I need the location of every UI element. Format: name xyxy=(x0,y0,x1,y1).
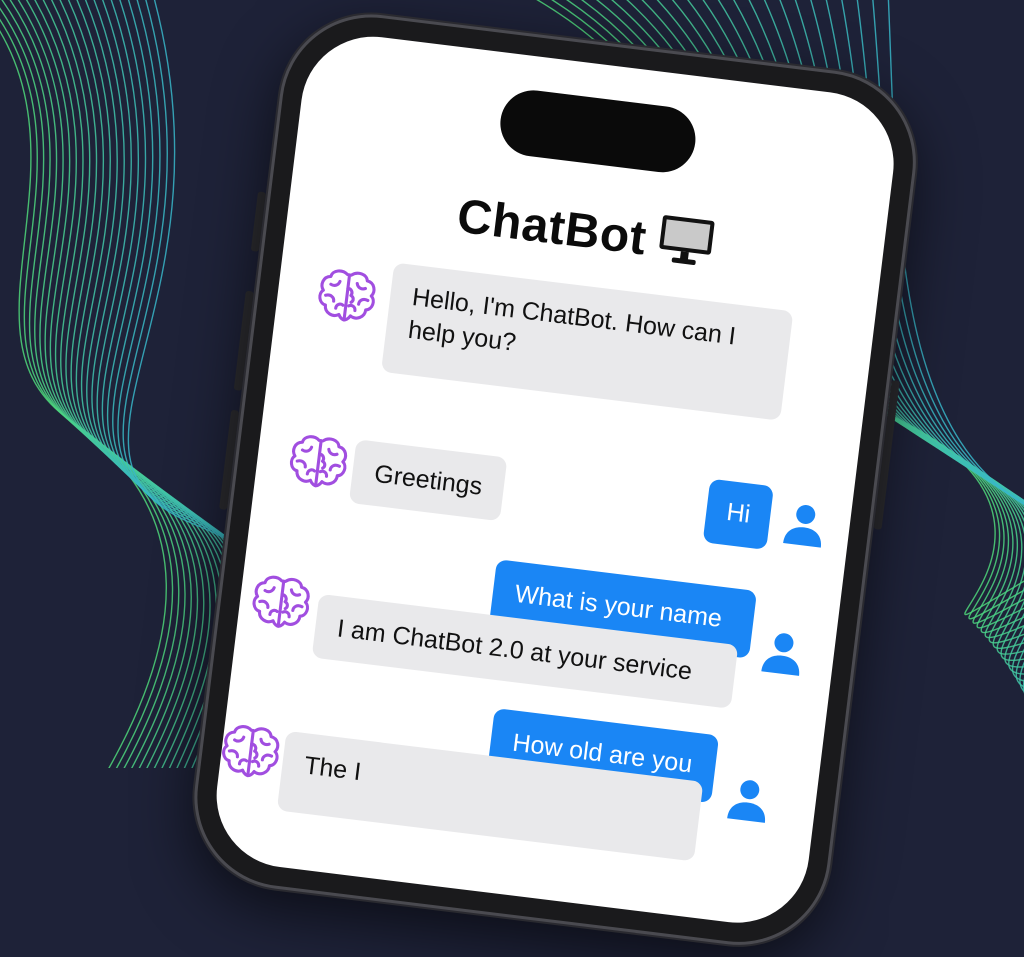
chat-screen: ChatBot Hello, I'm ChatBot. How can I he… xyxy=(208,28,902,931)
wave-line xyxy=(50,0,224,768)
wave-line xyxy=(0,7,180,768)
wave-line xyxy=(25,0,205,768)
brain-icon xyxy=(216,719,285,784)
user-icon xyxy=(781,500,828,549)
phone-mockup: ChatBot Hello, I'm ChatBot. How can I he… xyxy=(183,3,927,956)
user-icon xyxy=(725,775,772,824)
desktop-monitor-icon xyxy=(654,213,717,281)
brain-icon xyxy=(247,570,316,635)
page-title: ChatBot xyxy=(454,189,650,266)
wave-line xyxy=(0,30,167,768)
dynamic-island xyxy=(496,86,700,177)
user-icon xyxy=(759,628,806,677)
bot-message-bubble: Hello, I'm ChatBot. How can I help you? xyxy=(380,262,794,421)
user-message-bubble: Hi xyxy=(702,478,774,550)
brain-icon xyxy=(313,263,382,328)
wave-line xyxy=(67,0,236,768)
bot-message-bubble: Greetings xyxy=(348,439,508,522)
brain-icon xyxy=(284,429,353,494)
